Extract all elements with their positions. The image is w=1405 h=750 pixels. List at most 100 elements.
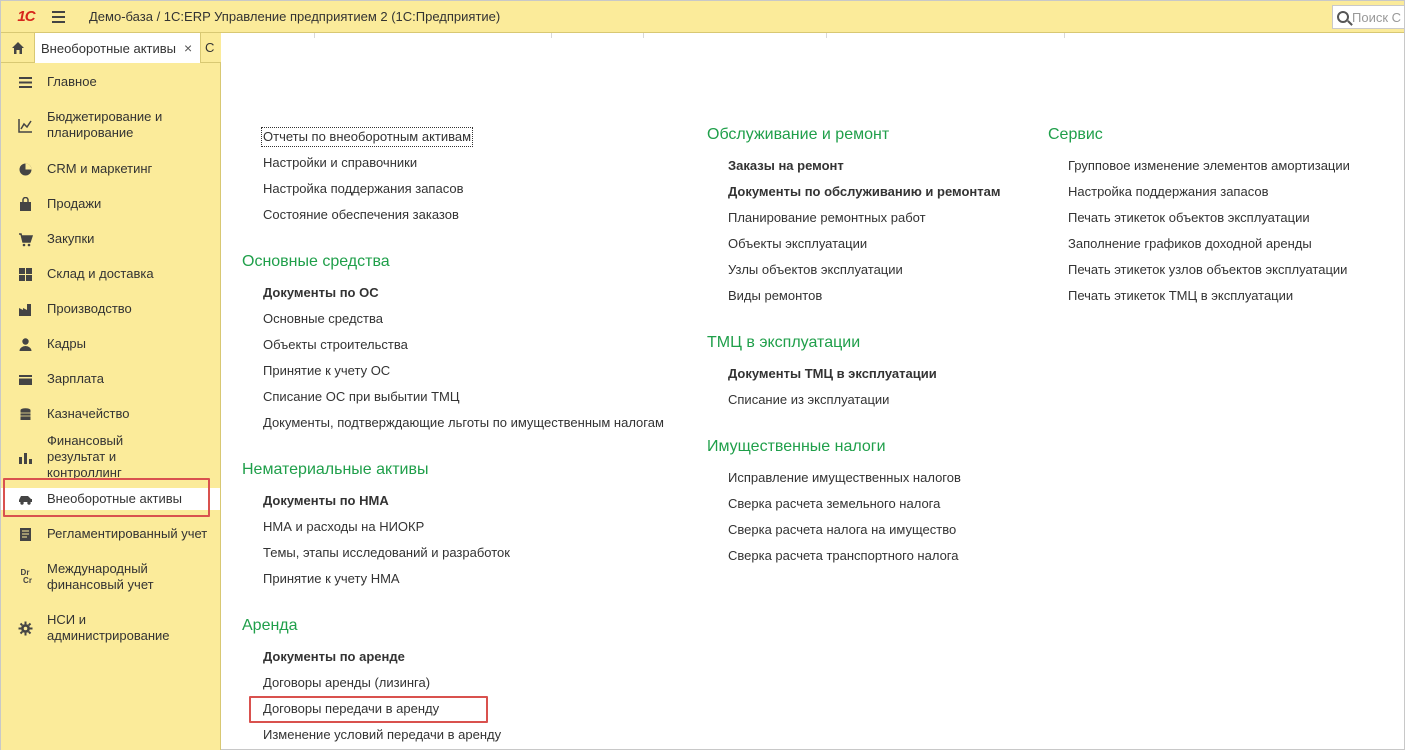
link-arenda[interactable]: Изменение условий передачи в аренду xyxy=(263,727,501,743)
search-placeholder: Поиск С xyxy=(1352,9,1402,25)
sections-panel: Главное Бюджетирование и планирование CR… xyxy=(1,63,221,750)
sidebar-item-label: Кадры xyxy=(47,336,86,351)
link-os[interactable]: Списание ОС при выбытии ТМЦ xyxy=(263,389,459,405)
link-nalogi[interactable]: Сверка расчета земельного налога xyxy=(728,496,940,512)
tab-label: Внеоборотные активы xyxy=(41,40,177,56)
sidebar-item-msfo[interactable]: Dr Cr Международный финансовый учет xyxy=(1,559,181,595)
link-servis[interactable]: Заполнение графиков доходной аренды xyxy=(1068,236,1312,252)
link-nma[interactable]: Темы, этапы исследований и разработок xyxy=(263,545,510,561)
link-remont[interactable]: Объекты эксплуатации xyxy=(728,236,867,252)
divider xyxy=(314,33,315,38)
divider xyxy=(1064,33,1065,38)
pie-chart-icon xyxy=(17,161,33,177)
coins-icon xyxy=(17,406,33,422)
link-arenda[interactable]: Договоры аренды (лизинга) xyxy=(263,675,430,691)
ledger-icon xyxy=(17,526,33,542)
divider xyxy=(826,33,827,38)
link-os[interactable]: Объекты строительства xyxy=(263,337,408,353)
gear-icon xyxy=(17,620,33,636)
dr-cr-icon: Dr Cr xyxy=(17,568,33,586)
link-remont[interactable]: Виды ремонтов xyxy=(728,288,822,304)
link-remont[interactable]: Узлы объектов эксплуатации xyxy=(728,262,903,278)
sidebar-item-zakupki[interactable]: Закупки xyxy=(1,228,220,250)
sidebar-item-label: Казначейство xyxy=(47,406,130,421)
sidebar-item-kadry[interactable]: Кадры xyxy=(1,333,220,355)
sidebar-item-proizvodstvo[interactable]: Производство xyxy=(1,298,220,320)
link-tmc-documents[interactable]: Документы ТМЦ в эксплуатации xyxy=(728,366,937,382)
sidebar-item-label: Внеоборотные активы xyxy=(47,491,183,506)
sidebar-item-label: Продажи xyxy=(47,196,102,211)
link-nma[interactable]: Принятие к учету НМА xyxy=(263,571,400,587)
sidebar-item-nsi[interactable]: НСИ и администрирование xyxy=(1,610,181,646)
section-title-nma: Нематериальные активы xyxy=(242,461,429,478)
factory-icon xyxy=(17,301,33,317)
link-remont-documents[interactable]: Документы по обслуживанию и ремонтам xyxy=(728,184,1001,200)
search-input[interactable]: Поиск С xyxy=(1332,5,1404,29)
link-servis[interactable]: Настройка поддержания запасов xyxy=(1068,184,1268,200)
sidebar-item-label: Бюджетирование и планирование xyxy=(47,109,163,140)
sidebar-item-reglament[interactable]: Регламентированный учет xyxy=(1,523,220,545)
home-icon xyxy=(11,42,24,54)
sidebar-item-label: Международный финансовый учет xyxy=(47,561,154,592)
link-os[interactable]: Документы, подтверждающие льготы по имущ… xyxy=(263,415,664,431)
tab-vneoborotnye-aktivy[interactable]: Внеоборотные активы × xyxy=(35,33,201,63)
link-nalogi[interactable]: Сверка расчета транспортного налога xyxy=(728,548,958,564)
link-servis[interactable]: Печать этикеток узлов объектов эксплуата… xyxy=(1068,262,1347,278)
sidebar-item-label: Регламентированный учет xyxy=(47,526,208,541)
sidebar-item-vneoborotnye-aktivy[interactable]: Внеоборотные активы xyxy=(1,488,220,510)
link-tmc[interactable]: Списание из эксплуатации xyxy=(728,392,889,408)
link-nalogi[interactable]: Исправление имущественных налогов xyxy=(728,470,961,486)
link-os[interactable]: Принятие к учету ОС xyxy=(263,363,390,379)
section-title-tmc: ТМЦ в эксплуатации xyxy=(707,334,861,351)
content-top-strip xyxy=(221,33,1404,38)
tab-bar: Внеоборотные активы × С xyxy=(1,33,221,63)
link-otchety[interactable]: Отчеты по внеоборотным активам xyxy=(260,127,474,147)
link-nalogi[interactable]: Сверка расчета налога на имущество xyxy=(728,522,956,538)
divider xyxy=(551,33,552,38)
sidebar-item-label: Закупки xyxy=(47,231,95,246)
section-title-obsluzhivanie: Обслуживание и ремонт xyxy=(707,126,890,143)
sidebar-item-label: Главное xyxy=(47,74,97,89)
sidebar-item-zarplata[interactable]: Зарплата xyxy=(1,368,220,390)
chart-trend-icon xyxy=(17,117,33,133)
link-dogovory-peredachi[interactable]: Договоры передачи в аренду xyxy=(263,701,439,717)
divider xyxy=(643,33,644,38)
tab-next-partial[interactable]: С xyxy=(201,33,214,62)
sidebar-item-label: CRM и маркетинг xyxy=(47,161,153,176)
link-servis[interactable]: Печать этикеток ТМЦ в эксплуатации xyxy=(1068,288,1293,304)
link-servis[interactable]: Групповое изменение элементов амортизаци… xyxy=(1068,158,1350,174)
link-servis[interactable]: Печать этикеток объектов эксплуатации xyxy=(1068,210,1310,226)
section-title-arenda: Аренда xyxy=(242,617,298,634)
link-nastroyka-zapasov[interactable]: Настройка поддержания запасов xyxy=(263,181,463,197)
main-menu-icon[interactable] xyxy=(43,1,73,33)
shopping-cart-icon xyxy=(17,231,33,247)
section-title-servis: Сервис xyxy=(1048,126,1103,143)
link-arenda-documents[interactable]: Документы по аренде xyxy=(263,649,405,665)
link-nastroyki[interactable]: Настройки и справочники xyxy=(263,155,417,171)
sidebar-item-glavnoe[interactable]: Главное xyxy=(1,71,220,93)
sidebar-item-label: Финансовый результат и контроллинг xyxy=(47,433,124,480)
1c-logo[interactable]: 1С xyxy=(9,1,43,33)
sidebar-item-kaznacheystvo[interactable]: Казначейство xyxy=(1,403,220,425)
sidebar-item-sklad[interactable]: Склад и доставка xyxy=(1,263,220,285)
sidebar-item-prodazhi[interactable]: Продажи xyxy=(1,193,220,215)
link-nma-documents[interactable]: Документы по НМА xyxy=(263,493,389,509)
home-button[interactable] xyxy=(1,33,35,63)
sidebar-item-budget[interactable]: Бюджетирование и планирование xyxy=(1,107,181,143)
sidebar-item-finrezultat[interactable]: Финансовый результат и контроллинг xyxy=(1,433,181,480)
link-zakazy-remont[interactable]: Заказы на ремонт xyxy=(728,158,844,174)
link-sostoyanie-zakazov[interactable]: Состояние обеспечения заказов xyxy=(263,207,459,223)
app-title: Демо-база / 1С:ERP Управление предприяти… xyxy=(89,9,501,24)
close-icon[interactable]: × xyxy=(184,40,192,56)
sidebar-item-crm[interactable]: CRM и маркетинг xyxy=(1,158,220,180)
link-nma[interactable]: НМА и расходы на НИОКР xyxy=(263,519,424,535)
warehouse-icon xyxy=(17,266,33,282)
bar-chart-icon xyxy=(17,449,33,465)
link-os-documents[interactable]: Документы по ОС xyxy=(263,285,379,301)
section-title-nalogi: Имущественные налоги xyxy=(707,438,886,455)
search-icon xyxy=(1337,11,1349,23)
section-title-os: Основные средства xyxy=(242,253,390,270)
link-os[interactable]: Основные средства xyxy=(263,311,383,327)
car-icon xyxy=(17,491,33,507)
link-remont[interactable]: Планирование ремонтных работ xyxy=(728,210,926,226)
